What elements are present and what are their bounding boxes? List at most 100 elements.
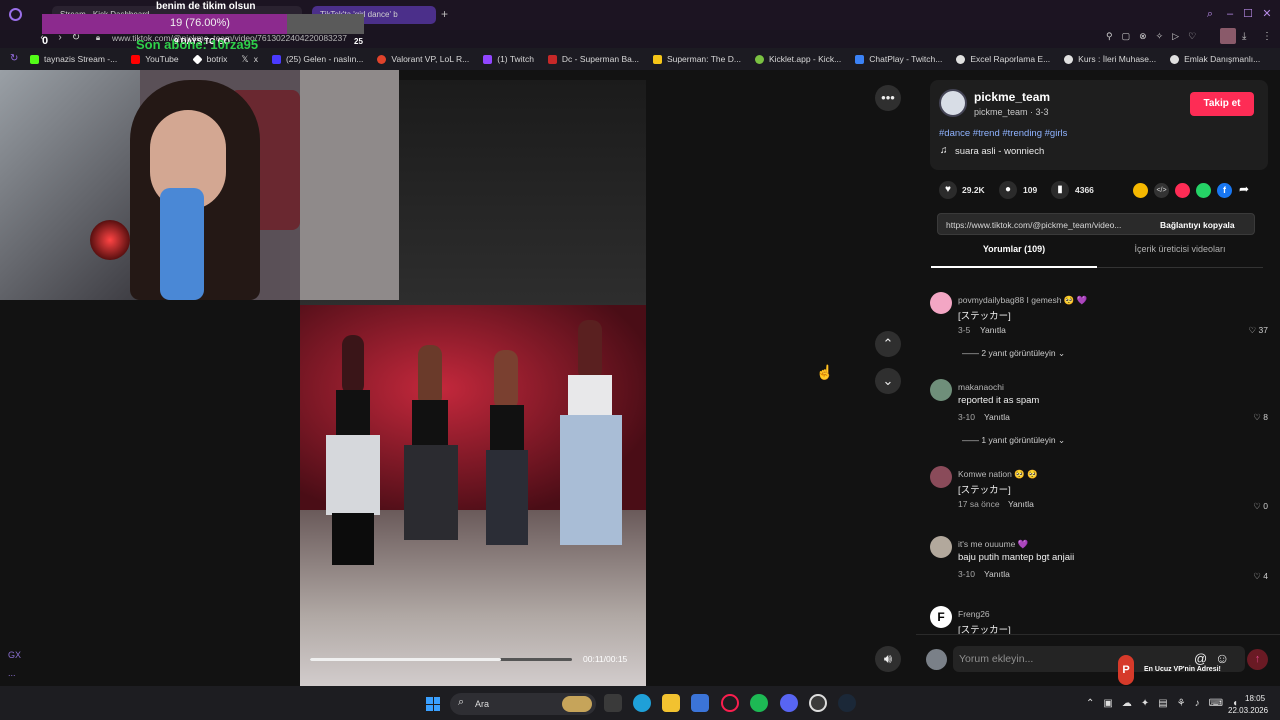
like-icon[interactable]: ♥ [939,181,957,199]
avatar[interactable] [930,466,952,488]
bookmark-item[interactable]: ChatPlay - Twitch... [855,54,942,64]
bookmark-item[interactable]: 𝕏x [241,54,258,65]
view-replies-button[interactable]: —— 2 yanıt görüntüleyin ⌄ [962,348,1065,359]
comment-like[interactable]: ♡ 37 [1249,325,1268,336]
search-icon: ⌕ [458,696,465,708]
close-icon[interactable]: ✕ [1261,8,1273,20]
file-explorer-icon[interactable] [662,694,680,712]
view-replies-button[interactable]: —— 1 yanıt görüntüleyin ⌄ [962,435,1065,446]
sidebar-refresh-icon[interactable]: ↻ [10,53,18,64]
comment-author[interactable]: Freng26 [958,609,990,619]
author-avatar[interactable] [939,89,967,117]
video-progress-track[interactable] [310,658,572,661]
author-card: pickme_team pickme_team · 3-3 Takip et #… [930,80,1268,170]
tab-comments[interactable]: Yorumlar (109) [931,244,1097,268]
store-icon[interactable] [691,694,709,712]
bookmark-item[interactable]: Kurs : İleri Muhase... [1064,54,1156,64]
steam-icon[interactable] [838,694,856,712]
comment-icon[interactable]: ● [999,181,1017,199]
sidebar-gx-label[interactable]: GX [8,650,21,660]
x-logo-icon: 𝕏 [241,53,249,64]
bookmark-item[interactable]: Excel Raporlama E... [956,54,1050,64]
opera-logo-icon[interactable] [9,8,22,21]
comment-item: povmydailybag88 I gemesh 🥺 💜 [ステッカー] 3-5… [930,292,1270,362]
bookmark-item[interactable]: Emlak Danışmanlı... [1170,54,1260,64]
profile-avatar[interactable] [1220,28,1236,44]
botrix-icon [192,53,203,65]
mention-icon[interactable]: @ [1194,651,1207,666]
bookmark-item[interactable]: (1) Twitch [483,54,534,64]
comment-author[interactable]: povmydailybag88 I gemesh 🥺 💜 [958,295,1087,306]
clock-time[interactable]: 18:05 [1245,694,1265,703]
bookmark-item[interactable]: YouTube [131,54,179,64]
comment-author[interactable]: Komwe nation 🥺 🥺 [958,469,1038,480]
menu-icon[interactable]: ⋮ [1262,31,1272,42]
new-tab-plus-icon[interactable]: + [441,7,448,21]
share-url[interactable]: https://www.tiktok.com/@pickme_team/vide… [946,220,1121,230]
webcam-bottle [160,188,204,300]
discord-icon[interactable] [780,694,798,712]
comment-author[interactable]: it's me ouuume 💜 [958,539,1028,550]
maximize-icon[interactable]: ☐ [1242,8,1254,20]
comment-like[interactable]: ♡ 8 [1253,412,1268,423]
copy-link-button[interactable]: Bağlantıyı kopyala [1160,220,1235,230]
download-icon[interactable]: ⤓ [1242,31,1246,42]
reply-button[interactable]: Yanıtla [1008,499,1034,509]
windows-start-icon[interactable] [426,697,440,711]
task-view-icon[interactable] [604,694,622,712]
comment-text: reported it as spam [958,395,1040,406]
bookmark-icon[interactable]: ▮ [1051,181,1069,199]
repost-icon[interactable] [1133,183,1148,198]
opera-gx-icon[interactable] [721,694,739,712]
music-note-icon: ♫ [940,145,948,156]
share-arrow-icon[interactable]: ➦ [1239,182,1249,196]
comment-author[interactable]: makanaochi [958,382,1004,392]
avatar[interactable]: F [930,606,952,628]
bookmark-item[interactable]: Dc - Superman Ba... [547,54,639,64]
embed-icon[interactable]: </> [1154,183,1169,198]
volume-icon[interactable]: 🔊︎ [875,646,901,672]
bookmark-item[interactable]: (25) Gelen - naslın... [271,54,363,64]
sound-name[interactable]: suara asli - wonniech [955,146,1044,157]
taskbar-search[interactable]: ⌕ Ara [450,693,596,715]
spotify-icon[interactable] [750,694,768,712]
tab-creator-videos[interactable]: İçerik üreticisi videoları [1097,244,1263,268]
hashtags[interactable]: #dance #trend #trending #girls [939,128,1067,139]
facebook-icon[interactable]: f [1217,183,1232,198]
more-options-icon[interactable]: ••• [875,85,901,111]
bookmark-item[interactable]: taynazis Stream -... [30,54,117,64]
emoji-icon[interactable]: ☺ [1215,650,1229,666]
send-comment-button[interactable]: ↑ [1247,649,1268,670]
comment-item: makanaochi reported it as spam 3-10 Yanı… [930,379,1270,449]
edge-icon[interactable] [633,694,651,712]
reply-button[interactable]: Yanıtla [984,412,1010,422]
comment-like[interactable]: ♡ 4 [1253,571,1268,582]
avatar[interactable] [930,379,952,401]
send-icon[interactable] [1175,183,1190,198]
clock-date[interactable]: 22.03.2026 [1228,706,1268,715]
obs-icon[interactable] [809,694,827,712]
dc-icon [547,54,557,64]
previous-video-button[interactable]: ⌃ [875,331,901,357]
avatar[interactable] [930,536,952,558]
bookmark-item[interactable]: Kicklet.app - Kick... [754,54,841,64]
avatar[interactable] [926,649,947,670]
reply-button[interactable]: Yanıtla [980,325,1006,335]
comment-like[interactable]: ♡ 0 [1253,501,1268,512]
sidebar-more-icon[interactable]: ... [8,668,16,678]
webcam-red-light [90,220,130,260]
reply-button[interactable]: Yanıtla [984,569,1010,579]
minimize-icon[interactable]: – [1224,8,1236,20]
mail-icon [271,54,281,64]
author-handle[interactable]: pickme_team [974,90,1050,104]
bookmark-item[interactable]: botrix [192,53,227,65]
search-tabs-icon[interactable]: ⌕ [1204,8,1216,20]
follow-button[interactable]: Takip et [1190,92,1254,116]
bookmark-item[interactable]: Superman: The D... [652,54,741,64]
next-video-button[interactable]: ⌄ [875,368,901,394]
comment-item: it's me ouuume 💜 baju putih mantep bgt a… [930,536,1270,586]
bookmark-item[interactable]: Valorant VP, LoL R... [377,54,469,64]
whatsapp-icon[interactable] [1196,183,1211,198]
avatar[interactable] [930,292,952,314]
goal-bar-fill [42,14,287,34]
